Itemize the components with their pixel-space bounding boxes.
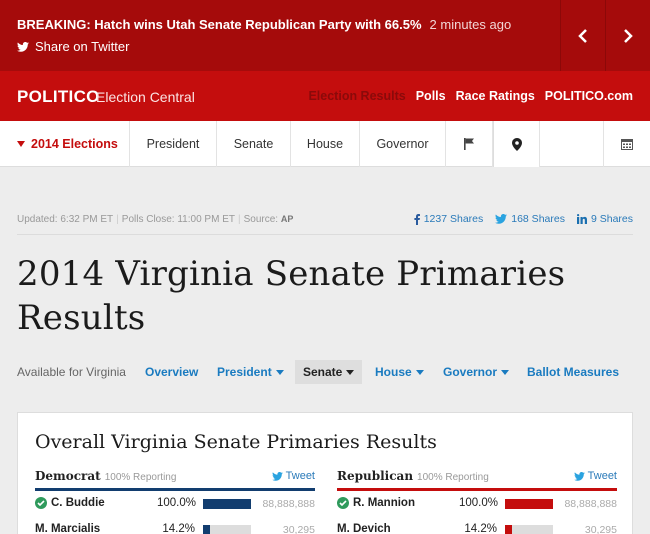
vote-percent: 14.2% xyxy=(162,523,195,534)
candidate-name: M. Marcialis xyxy=(35,523,101,534)
state-menu: Available for Virginia Overview Presiden… xyxy=(17,360,633,384)
democrat-results: Democrat 100% Reporting Tweet C. Buddie 1… xyxy=(35,469,315,534)
top-navigation: POLITICO Election Central Election Resul… xyxy=(0,71,650,121)
breaking-time: 2 minutes ago xyxy=(429,17,512,32)
breaking-headline[interactable]: BREAKING: Hatch wins Utah Senate Republi… xyxy=(17,17,511,32)
caret-down-icon xyxy=(501,369,510,375)
menu-house[interactable]: House xyxy=(375,360,424,384)
vote-bar xyxy=(505,499,553,509)
vote-bar xyxy=(203,499,251,509)
share-counts: 1237 Shares 168 Shares 9 Shares xyxy=(414,213,633,225)
caret-down-icon xyxy=(346,369,355,375)
table-row: M. Marcialis 14.2% 30,295 xyxy=(35,517,315,534)
chevron-right-icon xyxy=(624,28,633,43)
vote-bar-fill xyxy=(505,499,553,509)
source-label: Source: xyxy=(243,214,279,225)
twitter-icon xyxy=(17,41,29,52)
linkedin-icon xyxy=(576,214,587,224)
source-ap: AP xyxy=(280,214,294,224)
vote-bar xyxy=(203,525,251,534)
site-subtitle[interactable]: Election Central xyxy=(96,89,195,105)
chevron-left-icon xyxy=(578,28,587,43)
winner-check-icon xyxy=(35,497,47,509)
menu-governor[interactable]: Governor xyxy=(443,360,510,384)
polls-close-time: Polls Close: 11:00 PM ET xyxy=(121,214,235,225)
facebook-share[interactable]: 1237 Shares xyxy=(414,213,483,225)
table-row: C. Buddie 100.0% 88,888,888 xyxy=(35,491,315,517)
party-name: Democrat 100% Reporting xyxy=(35,469,177,483)
linkedin-share[interactable]: 9 Shares xyxy=(576,213,633,225)
party-name: Republican 100% Reporting xyxy=(337,469,489,483)
results-card: Overall Virginia Senate Primaries Result… xyxy=(17,412,633,534)
candidate-name: C. Buddie xyxy=(35,497,105,509)
updated-time: Updated: 6:32 PM ET xyxy=(17,214,114,225)
tab-governor[interactable]: Governor xyxy=(360,121,446,167)
candidate-name: R. Mannion xyxy=(337,497,415,509)
divider xyxy=(17,234,633,235)
share-on-twitter-link[interactable]: Share on Twitter xyxy=(17,39,129,54)
vote-bar-fill xyxy=(505,525,512,534)
breaking-news-bar: BREAKING: Hatch wins Utah Senate Republi… xyxy=(0,0,650,71)
vote-bar xyxy=(505,525,553,534)
menu-senate[interactable]: Senate xyxy=(295,360,363,384)
location-pin-icon xyxy=(511,137,522,151)
top-nav-links: Election Results Polls Race Ratings POLI… xyxy=(308,89,633,103)
flag-icon xyxy=(463,138,474,150)
table-row: R. Mannion 100.0% 88,888,888 xyxy=(337,491,617,517)
twitter-share[interactable]: 168 Shares xyxy=(495,213,565,225)
nav-race-ratings[interactable]: Race Ratings xyxy=(456,89,535,103)
winner-check-icon xyxy=(337,497,349,509)
vote-percent: 14.2% xyxy=(464,523,497,534)
next-story-button[interactable] xyxy=(605,0,650,71)
section-navigation: 2014 Elections President Senate House Go… xyxy=(0,121,650,167)
nav-election-results[interactable]: Election Results xyxy=(308,89,405,103)
menu-president[interactable]: President xyxy=(217,360,284,384)
results-heading: Overall Virginia Senate Primaries Result… xyxy=(35,431,437,453)
tweet-button[interactable]: Tweet xyxy=(271,470,315,482)
twitter-icon xyxy=(271,471,283,481)
menu-overview[interactable]: Overview xyxy=(145,360,198,384)
caret-down-icon xyxy=(17,141,25,147)
vote-bar-fill xyxy=(203,499,251,509)
tab-house[interactable]: House xyxy=(291,121,360,167)
tab-senate[interactable]: Senate xyxy=(217,121,291,167)
republican-results: Republican 100% Reporting Tweet R. Mannio… xyxy=(337,469,617,534)
twitter-icon xyxy=(495,214,508,224)
flag-button[interactable] xyxy=(446,121,493,167)
page-title: 2014 Virginia Senate Primaries Results xyxy=(17,254,566,338)
reporting-status: 100% Reporting xyxy=(417,472,489,483)
previous-story-button[interactable] xyxy=(560,0,605,71)
vote-percent: 100.0% xyxy=(157,497,197,509)
vote-count: 30,295 xyxy=(584,524,617,534)
calendar-button[interactable] xyxy=(603,121,650,167)
caret-down-icon xyxy=(415,369,424,375)
available-for-label: Available for Virginia xyxy=(17,365,126,379)
elections-dropdown[interactable]: 2014 Elections xyxy=(0,121,130,167)
candidate-name: M. Devich xyxy=(337,523,391,534)
vote-count: 88,888,888 xyxy=(262,498,315,510)
menu-ballot-measures[interactable]: Ballot Measures xyxy=(527,360,619,384)
reporting-status: 100% Reporting xyxy=(104,472,177,483)
twitter-icon xyxy=(573,471,585,481)
nav-polls[interactable]: Polls xyxy=(416,89,446,103)
tweet-button[interactable]: Tweet xyxy=(573,470,617,482)
facebook-icon xyxy=(414,213,420,225)
calendar-icon xyxy=(621,139,633,150)
update-meta: Updated: 6:32 PM ET | Polls Close: 11:00 P… xyxy=(17,214,294,225)
tab-president[interactable]: President xyxy=(130,121,217,167)
caret-down-icon xyxy=(275,369,284,375)
politico-logo[interactable]: POLITICO xyxy=(17,87,100,107)
nav-politico-com[interactable]: POLITICO.com xyxy=(545,89,633,103)
vote-count: 30,295 xyxy=(282,524,315,534)
vote-bar-fill xyxy=(203,525,210,534)
location-button[interactable] xyxy=(493,121,540,167)
vote-percent: 100.0% xyxy=(459,497,499,509)
table-row: M. Devich 14.2% 30,295 xyxy=(337,517,617,534)
vote-count: 88,888,888 xyxy=(564,498,617,510)
